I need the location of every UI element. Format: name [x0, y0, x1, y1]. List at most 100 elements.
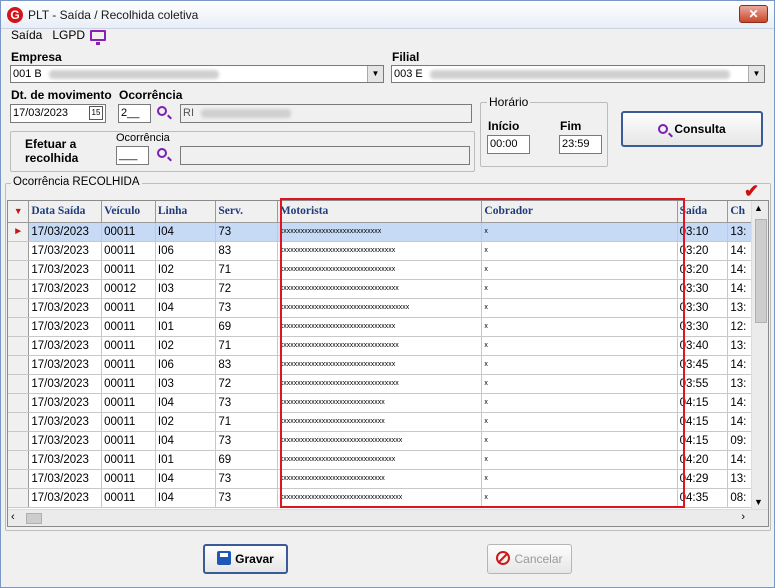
cell-veiculo[interactable]: 00011	[101, 488, 156, 508]
cell-cobrador[interactable]: x	[481, 336, 678, 356]
row-indicator[interactable]	[8, 412, 30, 432]
occurrence-grid[interactable]: ▼ Data Saída Veículo Linha Serv. Motoris…	[7, 200, 769, 527]
menu-item-saida[interactable]: Saída	[11, 28, 42, 42]
row-indicator[interactable]	[8, 431, 30, 451]
cell-serv[interactable]: 73	[215, 488, 278, 508]
horizontal-scroll-thumb[interactable]	[26, 513, 42, 524]
cell-linha[interactable]: I04	[155, 431, 217, 451]
cell-data-saida[interactable]: 17/03/2023	[28, 298, 103, 318]
cell-linha[interactable]: I04	[155, 393, 217, 413]
cell-saida[interactable]: 04:35	[677, 488, 729, 508]
cell-motorista[interactable]: xxxxxxxxxxxxxxxxxxxxxxxxxxxxxxxxxxx	[277, 431, 483, 451]
cell-serv[interactable]: 73	[215, 431, 278, 451]
col-veiculo[interactable]: Veículo	[101, 201, 156, 223]
cell-saida[interactable]: 03:45	[677, 355, 729, 375]
row-indicator[interactable]	[8, 488, 30, 508]
row-indicator[interactable]	[8, 450, 30, 470]
cell-saida[interactable]: 03:20	[677, 241, 729, 261]
scroll-left-icon[interactable]: ‹	[11, 512, 15, 523]
filial-select[interactable]: 003 E ▼	[391, 65, 765, 83]
cell-motorista[interactable]: xxxxxxxxxxxxxxxxxxxxxxxxxxxxxxxxx	[277, 317, 483, 337]
calendar-icon[interactable]: 15	[89, 106, 103, 120]
horizontal-scrollbar[interactable]: ‹ ›	[8, 509, 768, 526]
table-row[interactable]: 17/03/2023 00011 I02 71 xxxxxxxxxxxxxxxxxxxx…	[8, 412, 768, 432]
cell-veiculo[interactable]: 00011	[101, 317, 156, 337]
cell-cobrador[interactable]: x	[481, 412, 678, 432]
search-icon[interactable]	[157, 147, 167, 161]
dt-movimento-field[interactable]: 17/03/2023 15	[10, 104, 106, 123]
cell-veiculo[interactable]: 00011	[101, 431, 156, 451]
chevron-down-icon[interactable]: ▼	[367, 66, 383, 82]
row-indicator[interactable]	[8, 298, 30, 318]
close-button[interactable]: ✕	[739, 5, 768, 23]
cell-motorista[interactable]: xxxxxxxxxxxxxxxxxxxxxxxxxxxxxxxxxxx	[277, 488, 483, 508]
cell-saida[interactable]: 04:20	[677, 450, 729, 470]
cell-veiculo[interactable]: 00011	[101, 374, 156, 394]
cell-serv[interactable]: 83	[215, 355, 278, 375]
cell-motorista[interactable]: xxxxxxxxxxxxxxxxxxxxxxxxxxxxxxxxx	[277, 241, 483, 261]
cell-veiculo[interactable]: 00011	[101, 260, 156, 280]
col-data-saida[interactable]: Data Saída	[28, 201, 103, 223]
col-linha[interactable]: Linha	[155, 201, 217, 223]
cell-motorista[interactable]: xxxxxxxxxxxxxxxxxxxxxxxxxxxxxxxxxxxxx	[277, 298, 483, 318]
cell-veiculo[interactable]: 00011	[101, 298, 156, 318]
table-row[interactable]: 17/03/2023 00012 I03 72 xxxxxxxxxxxxxxxxxxxx…	[8, 279, 768, 299]
table-row[interactable]: 17/03/2023 00011 I04 73 xxxxxxxxxxxxxxxxxxxx…	[8, 298, 768, 318]
cell-veiculo[interactable]: 00011	[101, 469, 156, 489]
cell-linha[interactable]: I01	[155, 450, 217, 470]
cell-cobrador[interactable]: x	[481, 469, 678, 489]
cell-data-saida[interactable]: 17/03/2023	[28, 279, 103, 299]
cell-saida[interactable]: 04:15	[677, 393, 729, 413]
cell-saida[interactable]: 03:10	[677, 222, 729, 242]
cancelar-button[interactable]: Cancelar	[487, 544, 572, 574]
col-motorista[interactable]: Motorista	[277, 201, 483, 223]
cell-cobrador[interactable]: x	[481, 317, 678, 337]
cell-data-saida[interactable]: 17/03/2023	[28, 431, 103, 451]
row-indicator[interactable]	[8, 336, 30, 356]
row-indicator[interactable]	[8, 374, 30, 394]
cell-veiculo[interactable]: 00011	[101, 393, 156, 413]
checkmark-icon[interactable]: ✔	[744, 182, 759, 200]
cell-saida[interactable]: 03:30	[677, 298, 729, 318]
consulta-button[interactable]: Consulta	[621, 111, 763, 147]
table-row[interactable]: ► 17/03/2023 00011 I04 73 xxxxxxxxxxxxxxxxxxx…	[8, 222, 768, 242]
cell-saida[interactable]: 04:15	[677, 412, 729, 432]
cell-saida[interactable]: 03:55	[677, 374, 729, 394]
cell-veiculo[interactable]: 00011	[101, 336, 156, 356]
cell-data-saida[interactable]: 17/03/2023	[28, 488, 103, 508]
cell-serv[interactable]: 71	[215, 336, 278, 356]
gravar-button[interactable]: Gravar	[203, 544, 288, 574]
cell-veiculo[interactable]: 00011	[101, 355, 156, 375]
table-row[interactable]: 17/03/2023 00011 I04 73 xxxxxxxxxxxxxxxxxxxx…	[8, 431, 768, 451]
cell-motorista[interactable]: xxxxxxxxxxxxxxxxxxxxxxxxxxxxxxxxxx	[277, 336, 483, 356]
cell-cobrador[interactable]: x	[481, 393, 678, 413]
table-row[interactable]: 17/03/2023 00011 I04 73 xxxxxxxxxxxxxxxxxxxx…	[8, 393, 768, 413]
inicio-field[interactable]: 00:00	[487, 135, 530, 154]
cell-serv[interactable]: 71	[215, 412, 278, 432]
cell-motorista[interactable]: xxxxxxxxxxxxxxxxxxxxxxxxxxxxxxxxx	[277, 355, 483, 375]
cell-motorista[interactable]: xxxxxxxxxxxxxxxxxxxxxxxxxxxxxxxxx	[277, 260, 483, 280]
cell-cobrador[interactable]: x	[481, 450, 678, 470]
sort-arrow-icon[interactable]: ▼	[8, 201, 30, 223]
cell-data-saida[interactable]: 17/03/2023	[28, 450, 103, 470]
cell-linha[interactable]: I04	[155, 488, 217, 508]
cell-veiculo[interactable]: 00011	[101, 241, 156, 261]
monitor-icon[interactable]	[90, 30, 106, 45]
cell-data-saida[interactable]: 17/03/2023	[28, 260, 103, 280]
cell-linha[interactable]: I03	[155, 374, 217, 394]
cell-cobrador[interactable]: x	[481, 374, 678, 394]
ocorrencia-code-field[interactable]: 2__	[118, 104, 151, 123]
cell-linha[interactable]: I04	[155, 222, 217, 242]
cell-serv[interactable]: 73	[215, 222, 278, 242]
row-indicator[interactable]	[8, 260, 30, 280]
cell-cobrador[interactable]: x	[481, 222, 678, 242]
cell-linha[interactable]: I01	[155, 317, 217, 337]
cell-saida[interactable]: 04:15	[677, 431, 729, 451]
cell-motorista[interactable]: xxxxxxxxxxxxxxxxxxxxxxxxxxxxxx	[277, 393, 483, 413]
cell-motorista[interactable]: xxxxxxxxxxxxxxxxxxxxxxxxxxxxxxxxxx	[277, 374, 483, 394]
table-row[interactable]: 17/03/2023 00011 I06 83 xxxxxxxxxxxxxxxxxxxx…	[8, 241, 768, 261]
col-serv[interactable]: Serv.	[215, 201, 278, 223]
efetuar-ocorrencia-field[interactable]: ___	[116, 146, 149, 165]
cell-data-saida[interactable]: 17/03/2023	[28, 241, 103, 261]
cell-saida[interactable]: 03:30	[677, 317, 729, 337]
